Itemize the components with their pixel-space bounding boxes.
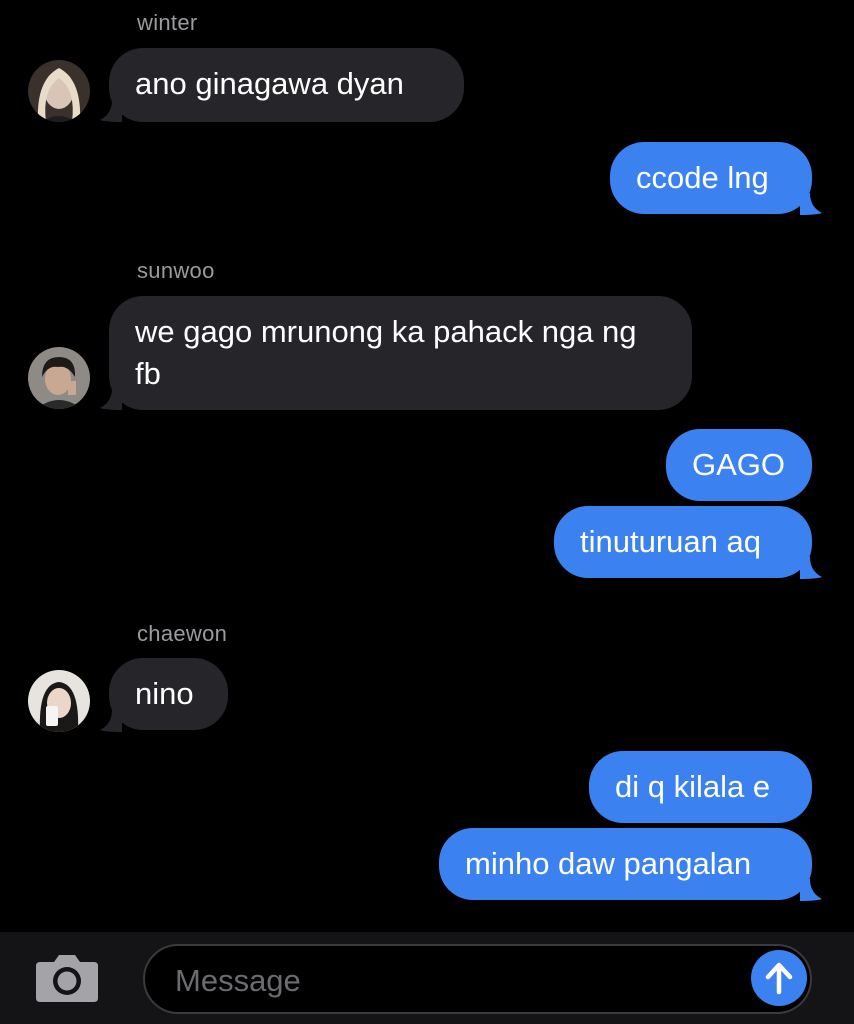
outgoing-message[interactable]: tinuturuan aq [554,506,812,578]
sender-name: chaewon [137,621,228,646]
sender-name: winter [137,10,198,35]
message-text: ano ginagawa dyan [135,66,404,101]
avatar[interactable] [28,670,90,732]
avatar[interactable] [28,347,90,409]
bubble-tail [800,557,822,579]
send-button[interactable] [751,950,807,1006]
bubble-tail [800,193,822,215]
bubble-tail [100,388,122,410]
camera-icon[interactable] [34,952,100,1004]
sender-name: sunwoo [137,258,215,283]
message-text: ccode lng [636,160,769,195]
bubble-tail [100,100,122,122]
incoming-message[interactable]: ano ginagawa dyan [109,48,464,122]
message-input[interactable] [173,958,737,1004]
avatar[interactable] [28,60,90,122]
outgoing-message[interactable]: di q kilala e [589,751,812,823]
message-text: tinuturuan aq [580,524,761,559]
bubble-tail [100,710,122,732]
outgoing-message[interactable]: minho daw pangalan [439,828,812,900]
incoming-message[interactable]: nino [109,658,228,730]
arrow-up-icon [765,962,793,995]
message-text: nino [135,676,194,711]
message-text: GAGO [692,447,786,482]
incoming-message[interactable]: we gago mrunong ka pahack nga ng fb [109,296,692,410]
message-text: minho daw pangalan [465,846,752,881]
message-field[interactable] [143,944,812,1014]
bubble-tail [800,879,822,901]
message-text: di q kilala e [615,769,771,804]
message-text: we gago mrunong ka pahack nga ng fb [135,314,637,391]
outgoing-message[interactable]: ccode lng [610,142,812,214]
outgoing-message[interactable]: GAGO [666,429,812,501]
